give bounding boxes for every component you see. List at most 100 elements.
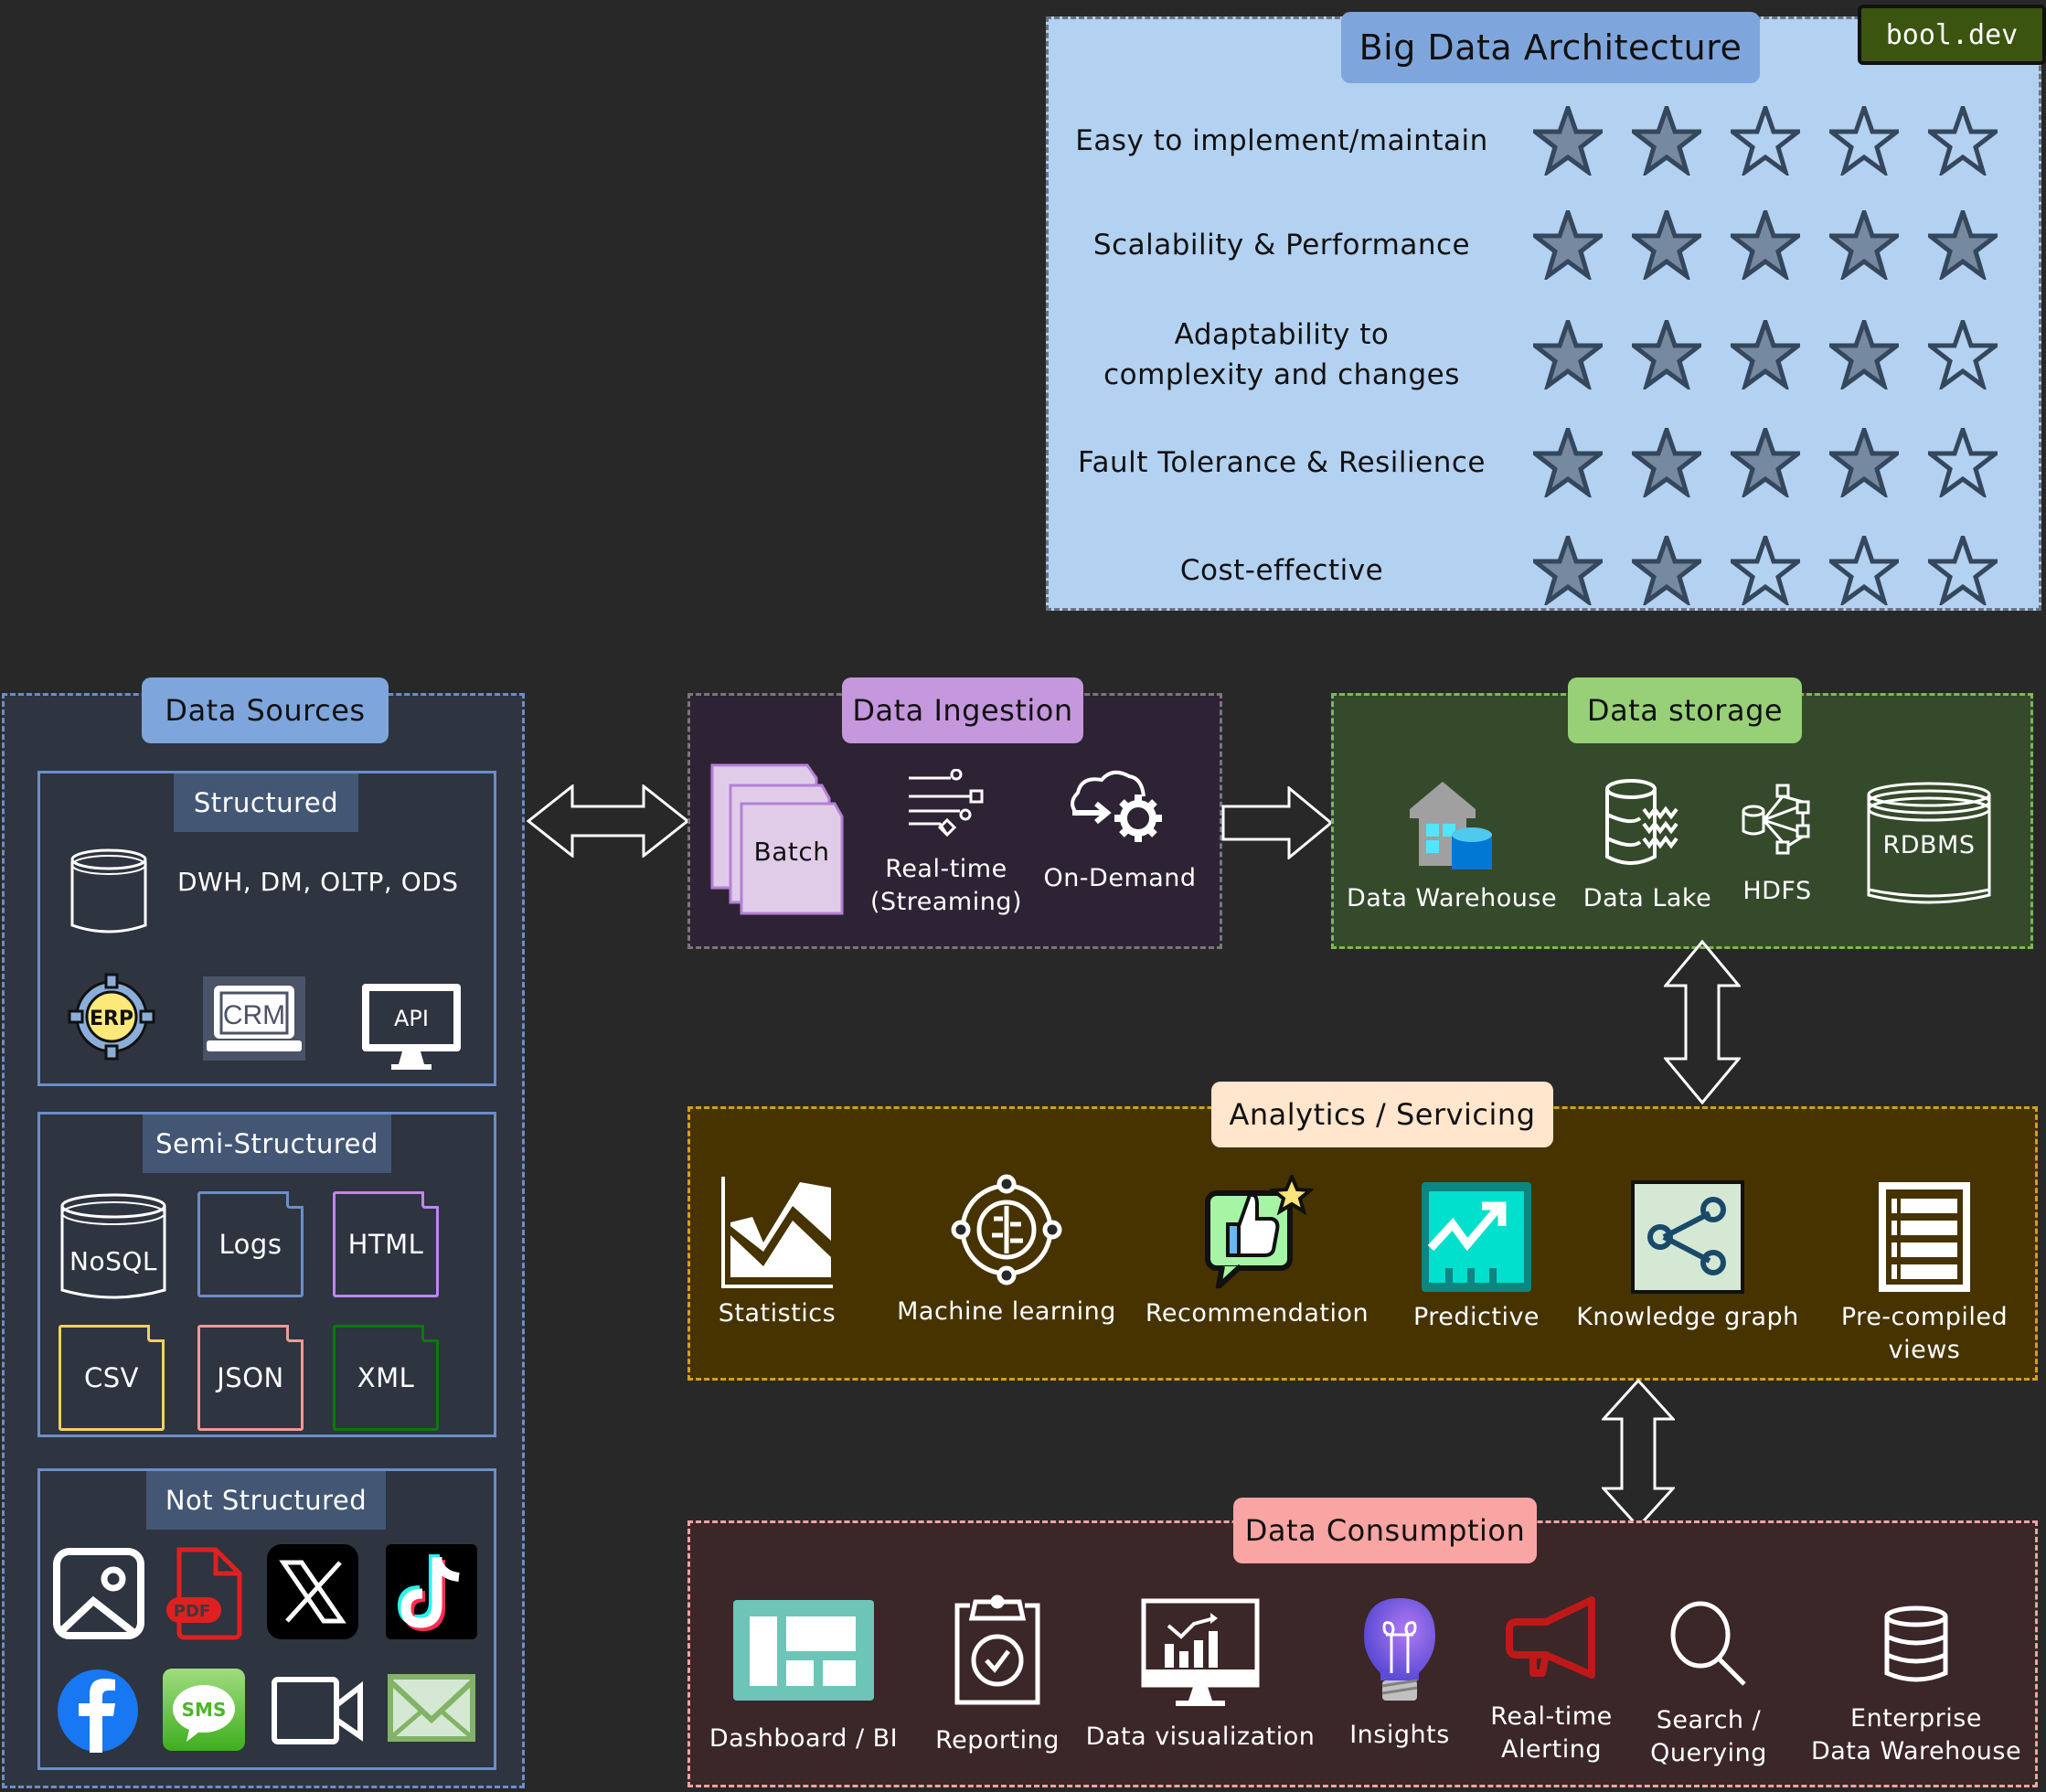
star-filled-icon <box>1533 536 1603 605</box>
reporting-icon <box>954 1595 1040 1705</box>
logs-doc: Logs <box>197 1191 304 1297</box>
statistics-icon <box>721 1177 833 1288</box>
star-filled-icon <box>1632 536 1701 605</box>
dashboard-bi-label: Dashboard / BI <box>709 1724 899 1753</box>
star-filled-icon <box>1632 320 1701 389</box>
data-lake-item: Data Lake <box>1579 778 1716 915</box>
nosql-label: NoSQL <box>69 1246 157 1276</box>
batch-icon: Batch <box>709 760 855 915</box>
not-structured-box: Not Structured PDF SMS <box>37 1468 496 1770</box>
star-rating <box>1533 320 1998 389</box>
rating-label: Scalability & Performance <box>1092 229 1471 261</box>
tiktok-icon <box>386 1544 477 1639</box>
knowledge-graph-item: Knowledge graph <box>1573 1180 1802 1334</box>
star-empty-icon <box>1731 106 1800 176</box>
alerting-label: Alerting <box>1500 1735 1603 1764</box>
data-warehouse-item: Data Warehouse <box>1347 778 1557 915</box>
views-label: views <box>1888 1336 1961 1364</box>
pre-compiled-label: Pre-compiled <box>1840 1303 2009 1331</box>
star-rating <box>1533 428 1998 497</box>
insights-icon <box>1364 1598 1435 1701</box>
realtime-label: Real-time <box>885 855 1007 883</box>
erp-label: ERP <box>90 1008 133 1030</box>
rating-panel: Big Data Architecture bool.dev Easy to i… <box>1046 5 2046 611</box>
machine-learning-icon <box>951 1174 1062 1285</box>
arrow-ingestion-to-storage <box>1221 786 1335 859</box>
reporting-label: Reporting <box>935 1726 1060 1755</box>
data-sources-panel: Data Sources Structured DWH, DM, OLTP, O… <box>2 677 525 1788</box>
facebook-icon <box>57 1669 139 1753</box>
star-empty-icon <box>1928 106 1998 176</box>
erp-icon: ERP <box>68 973 155 1061</box>
rating-label: Cost-effective <box>1179 554 1384 587</box>
star-empty-icon <box>1928 320 1998 389</box>
statistics-label: Statistics <box>718 1299 837 1328</box>
svg-text:CRM: CRM <box>223 1000 285 1030</box>
data-visualization-item: Data visualization <box>1086 1598 1315 1754</box>
image-icon <box>53 1548 144 1639</box>
data-storage-panel: Data storage Data Warehouse Data Lake HD… <box>1331 677 2033 949</box>
on-demand-label: On-Demand <box>1043 864 1197 892</box>
data-ingestion-title: Data Ingestion <box>842 677 1083 743</box>
data-storage-title: Data storage <box>1568 677 1802 743</box>
dashboard-bi-item: Dashboard / BI <box>703 1600 904 1755</box>
realtime-label: Real-time <box>1490 1702 1613 1731</box>
data-warehouse-label: Data Warehouse <box>1810 1737 2022 1765</box>
recommendation-label: Recommendation <box>1145 1299 1369 1328</box>
star-filled-icon <box>1829 428 1899 497</box>
rating-label: Adaptability to complexity and changes <box>1103 318 1460 391</box>
knowledge-graph-label: Knowledge graph <box>1576 1303 1799 1331</box>
bidirectional-arrow-sources-ingestion <box>527 784 689 858</box>
html-doc: HTML <box>333 1191 439 1297</box>
analytics-panel: Analytics / Servicing Statistics Machine… <box>687 1082 2038 1381</box>
star-filled-icon <box>1533 428 1603 497</box>
star-empty-icon <box>1829 106 1899 176</box>
knowledge-graph-icon <box>1631 1180 1744 1294</box>
pdf-icon: PDF <box>166 1546 243 1641</box>
pre-compiled-views-icon <box>1879 1182 1970 1292</box>
machine-learning-item: Machine learning <box>897 1173 1116 1328</box>
dashboard-icon <box>733 1600 874 1701</box>
data-lake-label: Data Lake <box>1582 884 1712 912</box>
pre-compiled-views-item: Pre-compiled views <box>1824 1182 2025 1367</box>
rating-row: Cost-effective <box>1049 520 2044 621</box>
api-icon: API <box>360 982 463 1072</box>
brand-badge[interactable]: bool.dev <box>1858 5 2046 65</box>
insights-label: Insights <box>1349 1721 1450 1749</box>
star-empty-icon <box>1928 536 1998 605</box>
rating-row: Easy to implement/maintain <box>1049 91 2044 191</box>
recommendation-item: Recommendation <box>1145 1175 1369 1330</box>
hdfs-label: HDFS <box>1742 877 1812 905</box>
svg-text:PDF: PDF <box>174 1602 210 1621</box>
bidirectional-arrow-storage-analytics <box>1664 940 1741 1104</box>
star-empty-icon <box>1829 536 1899 605</box>
enterprise-label: Enterprise <box>1850 1704 1982 1733</box>
star-filled-icon <box>1632 428 1701 497</box>
data-sources-title: Data Sources <box>142 677 389 743</box>
on-demand-item: On-Demand <box>1042 767 1198 895</box>
not-structured-title: Not Structured <box>146 1471 386 1530</box>
querying-label: Querying <box>1650 1739 1767 1767</box>
data-ingestion-panel: Data Ingestion Batch Real-time (Streamin… <box>687 677 1222 949</box>
star-filled-icon <box>1731 320 1800 389</box>
data-lake-icon <box>1605 779 1678 865</box>
star-filled-icon <box>1928 210 1998 280</box>
email-icon <box>388 1674 475 1742</box>
search-querying-item: Search / Querying <box>1636 1600 1782 1770</box>
search-label: Search / <box>1656 1706 1762 1734</box>
rating-row: Scalability & Performance <box>1049 195 2044 295</box>
recommendation-icon <box>1205 1175 1314 1288</box>
rdbms-label: RDBMS <box>1882 831 1976 859</box>
star-filled-icon <box>1533 320 1603 389</box>
realtime-alerting-item: Real-time Alerting <box>1478 1596 1625 1766</box>
enterprise-dwh-item: Enterprise Data Warehouse <box>1811 1605 2021 1768</box>
star-filled-icon <box>1632 106 1701 176</box>
rating-row: Fault Tolerance & Resilience <box>1049 412 2044 513</box>
search-icon <box>1670 1601 1746 1686</box>
analytics-title: Analytics / Servicing <box>1211 1082 1553 1147</box>
batch-label: Batch <box>753 837 830 867</box>
structured-box: Structured DWH, DM, OLTP, ODS ERP CRM AP… <box>37 771 496 1086</box>
csv-doc: CSV <box>59 1325 165 1431</box>
x-logo-icon <box>267 1544 358 1639</box>
rating-label: Fault Tolerance & Resilience <box>1077 446 1486 479</box>
